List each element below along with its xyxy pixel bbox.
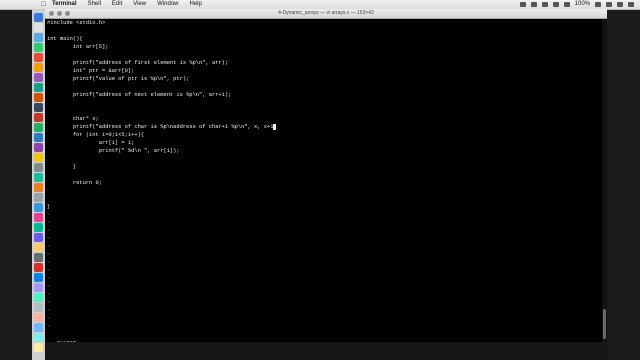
volume-icon[interactable]: [563, 2, 570, 7]
dock-app-icon[interactable]: [34, 293, 43, 302]
code-line: int main(){: [47, 36, 83, 42]
empty-line-marker: ~: [47, 252, 51, 258]
dock-app-icon[interactable]: [34, 193, 43, 202]
code-line: printf(" %d\n ", arr[i]);: [47, 148, 180, 154]
scrollbar[interactable]: [602, 19, 607, 342]
code-line: int arr[5];: [47, 44, 109, 50]
apple-menu-icon[interactable]: : [41, 0, 46, 9]
traffic-lights: [49, 11, 73, 16]
dock-app-icon[interactable]: [34, 143, 43, 152]
empty-line-marker: ~: [47, 300, 51, 306]
window-titlebar[interactable]: 4-Dynamic_arrays — vi arrays.c — 153×42: [45, 9, 607, 19]
dock-app-icon[interactable]: [34, 233, 43, 242]
empty-line-marker: ~: [47, 324, 51, 330]
status-icon-3[interactable]: [541, 2, 548, 7]
dock-app-icon[interactable]: [34, 163, 43, 172]
dock-app-icon[interactable]: [34, 63, 43, 72]
menu-items: Terminal Shell Edit View Window Help: [52, 0, 213, 9]
code-line: #include <stdio.h>: [47, 20, 106, 26]
code-line: return 0;: [47, 180, 102, 186]
empty-line-marker: ~: [47, 212, 51, 218]
flag-icon[interactable]: [606, 2, 612, 7]
status-icon-2[interactable]: [530, 2, 537, 7]
code-line: for (int i=0;i<5;i++){: [47, 132, 145, 138]
status-icon-1[interactable]: [519, 2, 526, 7]
close-icon[interactable]: [49, 11, 54, 16]
dock-app-icon[interactable]: [34, 53, 43, 62]
empty-line-marker: ~: [47, 228, 51, 234]
dock-app-icon[interactable]: [34, 273, 43, 282]
dock-app-icon[interactable]: [34, 323, 43, 332]
dock-app-icon[interactable]: [34, 283, 43, 292]
dock-app-icon[interactable]: [34, 303, 43, 312]
empty-line-marker: ~: [47, 276, 51, 282]
code-line: }: [47, 164, 77, 170]
dock-app-icon[interactable]: [34, 33, 43, 42]
empty-line-marker: ~: [47, 292, 51, 298]
battery-percentage[interactable]: 100%: [575, 0, 590, 9]
dock-app-icon[interactable]: [34, 133, 43, 142]
dock-app-icon[interactable]: [34, 43, 43, 52]
empty-line-marker: ~: [47, 244, 51, 250]
menu-view[interactable]: View: [133, 0, 146, 9]
dock-app-icon[interactable]: [34, 93, 43, 102]
dock-app-icon[interactable]: [34, 223, 43, 232]
dock-app-icon[interactable]: [34, 213, 43, 222]
code-line: char* x;: [47, 116, 99, 122]
search-icon[interactable]: [617, 2, 623, 7]
menu-help[interactable]: Help: [190, 0, 202, 9]
dock-app-icon[interactable]: [34, 183, 43, 192]
dock-app-icon[interactable]: [34, 23, 43, 32]
dock-app-icon[interactable]: [34, 153, 43, 162]
dock-app-icon[interactable]: [34, 103, 43, 112]
code-line: printf("address of next element is %p\n"…: [47, 92, 232, 98]
dock-app-icon[interactable]: [34, 243, 43, 252]
dock-app-icon[interactable]: [34, 333, 43, 342]
window-bottom-edge: [45, 342, 607, 360]
dock: [32, 9, 46, 360]
dock-app-icon[interactable]: [34, 263, 43, 272]
dock-app-icon[interactable]: [34, 13, 43, 22]
dock-app-icon[interactable]: [34, 123, 43, 132]
empty-line-marker: ~: [47, 284, 51, 290]
wifi-icon[interactable]: [552, 2, 559, 7]
zoom-icon[interactable]: [65, 11, 70, 16]
menu-window[interactable]: Window: [157, 0, 178, 9]
code-line: printf("address of char is %p\naddress o…: [47, 123, 277, 131]
dock-app-icon[interactable]: [34, 113, 43, 122]
dock-app-icon[interactable]: [34, 173, 43, 182]
empty-line-marker: ~: [47, 308, 51, 314]
terminal-window: 4-Dynamic_arrays — vi arrays.c — 153×42 …: [45, 9, 607, 347]
code-line: arr[i] = i;: [47, 140, 135, 146]
empty-line-marker: ~: [47, 236, 51, 242]
empty-line-marker: ~: [47, 316, 51, 322]
menu-shell[interactable]: Shell: [88, 0, 101, 9]
empty-line-marker: ~: [47, 260, 51, 266]
code-line: printf("value of ptr is %p\n", ptr);: [47, 76, 190, 82]
empty-line-marker: ~: [47, 220, 51, 226]
code-line: }: [47, 204, 51, 210]
dock-app-icon[interactable]: [34, 253, 43, 262]
code-line: int* ptr = &arr[0];: [47, 68, 135, 74]
menu-edit[interactable]: Edit: [112, 0, 122, 9]
list-icon[interactable]: [628, 2, 634, 7]
dock-app-icon[interactable]: [34, 73, 43, 82]
dock-app-icon[interactable]: [34, 343, 43, 352]
empty-line-marker: ~: [47, 268, 51, 274]
dock-app-icon[interactable]: [34, 83, 43, 92]
window-title: 4-Dynamic_arrays — vi arrays.c — 153×42: [278, 10, 374, 16]
status-area: 100%: [515, 0, 634, 9]
scroll-thumb[interactable]: [603, 309, 606, 339]
menu-terminal[interactable]: Terminal: [52, 0, 77, 9]
text-cursor: [273, 123, 277, 130]
minimize-icon[interactable]: [57, 11, 62, 16]
battery-icon[interactable]: [595, 2, 601, 7]
dock-app-icon[interactable]: [34, 313, 43, 322]
dock-app-icon[interactable]: [34, 203, 43, 212]
code-line: printf("address of first element is %p\n…: [47, 60, 229, 66]
vi-editor[interactable]: #include <stdio.h> int main(){ int arr[5]…: [45, 19, 601, 347]
